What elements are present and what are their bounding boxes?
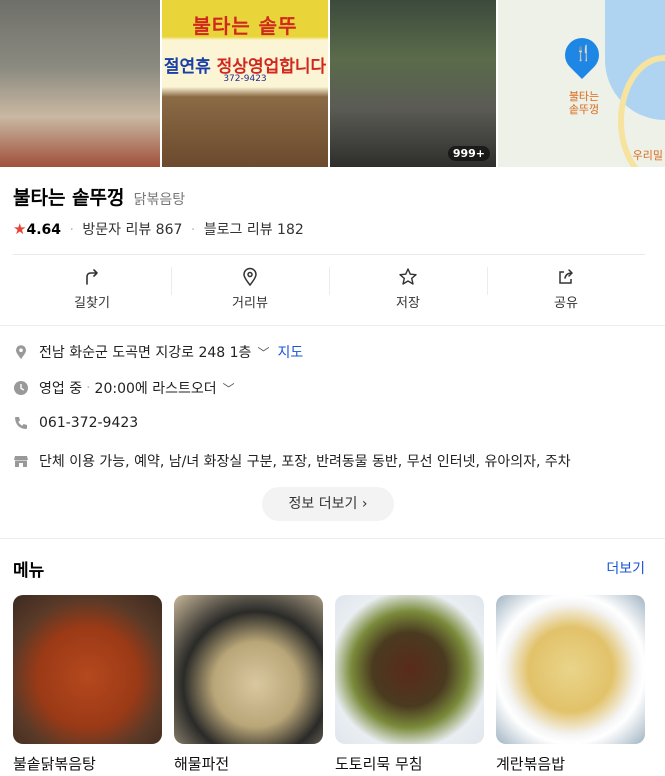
- menu-item[interactable]: 도토리묵 무침: [335, 595, 484, 774]
- divider: [0, 538, 665, 539]
- address-row: 전남 화순군 도곡면 지강로 248 1층 ﹀ 지도: [13, 342, 303, 362]
- menu-item-photo: [335, 595, 484, 744]
- map-area-label: 우리밀: [632, 149, 663, 162]
- clock-icon: [14, 381, 28, 395]
- map-link[interactable]: 지도: [277, 342, 303, 362]
- menu-item[interactable]: 불솥닭볶음탕: [13, 595, 162, 774]
- sign-title: 불타는 솥뚜: [192, 14, 298, 38]
- menu-more-link[interactable]: 더보기: [606, 558, 645, 578]
- chevron-down-icon[interactable]: ﹀: [223, 380, 235, 397]
- visitor-reviews-link[interactable]: 방문자 리뷰 867: [82, 222, 182, 238]
- save-button[interactable]: 저장: [329, 255, 487, 316]
- hours-detail: 20:00에 라스트오더: [94, 381, 217, 397]
- rating-row: ★4.64 · 방문자 리뷰 867 · 블로그 리뷰 182: [13, 220, 304, 238]
- street-view-button[interactable]: 거리뷰: [171, 255, 329, 316]
- blog-reviews-link[interactable]: 블로그 리뷰 182: [204, 222, 304, 238]
- phone-icon: [15, 417, 27, 429]
- menu-item-photo: [13, 595, 162, 744]
- hours-row: 영업 중 · 20:00에 라스트오더 ﹀: [13, 378, 235, 398]
- menu-item[interactable]: 해물파전: [174, 595, 323, 774]
- chevron-right-icon: ›: [361, 496, 368, 512]
- menu-item-name: 계란볶음밥: [496, 755, 566, 773]
- phone-number[interactable]: 061-372-9423: [39, 415, 138, 431]
- map-thumbnail[interactable]: 🍴 불타는 솥뚜껑 우리밀: [498, 0, 665, 167]
- phone-row: 061-372-9423: [13, 415, 138, 431]
- place-name: 불타는 솥뚜껑: [13, 187, 125, 209]
- share-button[interactable]: 공유: [487, 255, 645, 316]
- menu-section-title: 메뉴: [13, 561, 45, 581]
- address-text: 전남 화순군 도곡면 지강로 248 1층: [39, 345, 252, 361]
- more-info-button[interactable]: 정보 더보기 ›: [262, 487, 394, 521]
- action-bar: 길찾기 거리뷰 저장 공유: [13, 254, 645, 316]
- chevron-down-icon[interactable]: ﹀: [257, 344, 269, 361]
- photo-strip[interactable]: 불타는 솥뚜 절연휴 정상영업합니다 372-9423 999+ 🍴 불타는 솥…: [0, 0, 665, 167]
- menu-item-photo: [496, 595, 645, 744]
- menu-item-photo: [174, 595, 323, 744]
- location-pin-icon: [243, 267, 257, 287]
- map-place-label: 불타는 솥뚜껑: [568, 90, 600, 116]
- place-category: 닭볶음탕: [133, 192, 186, 208]
- star-icon: [399, 268, 417, 285]
- amenities-row: 단체 이용 가능, 예약, 남/녀 화장실 구분, 포장, 반려동물 동반, 무…: [13, 451, 571, 471]
- rating-score: 4.64: [26, 222, 61, 238]
- fork-knife-icon: 🍴: [574, 44, 593, 62]
- menu-item-name: 도토리묵 무침: [335, 755, 423, 773]
- divider: [0, 325, 665, 326]
- place-title-row: 불타는 솥뚜껑 닭볶음탕: [13, 183, 185, 210]
- photo-visitors[interactable]: 999+: [330, 0, 496, 167]
- directions-icon: [86, 269, 98, 285]
- amenities-text: 단체 이용 가능, 예약, 남/녀 화장실 구분, 포장, 반려동물 동반, 무…: [39, 454, 571, 470]
- share-icon: [559, 269, 573, 284]
- menu-item-name: 불솥닭볶음탕: [13, 755, 96, 773]
- store-icon: [14, 456, 28, 467]
- menu-item-name: 해물파전: [174, 755, 230, 773]
- directions-button[interactable]: 길찾기: [13, 255, 171, 316]
- photo-storefront-sign[interactable]: 불타는 솥뚜 절연휴 정상영업합니다 372-9423: [162, 0, 328, 167]
- rating-star-icon: ★: [13, 220, 27, 238]
- location-pin-icon: [16, 345, 26, 359]
- menu-item[interactable]: 계란볶음밥: [496, 595, 645, 774]
- sign-phone: 372-9423: [223, 74, 267, 84]
- photo-count-badge: 999+: [447, 146, 490, 161]
- hours-status: 영업 중: [39, 381, 83, 397]
- photo-restaurant-host[interactable]: [0, 0, 160, 167]
